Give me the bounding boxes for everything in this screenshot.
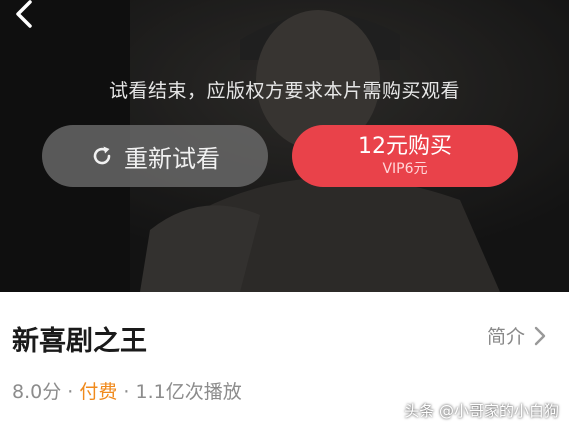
purchase-button[interactable]: 12元购买 VIP6元	[292, 125, 518, 187]
retry-preview-label: 重新试看	[124, 144, 220, 173]
chevron-left-icon	[16, 0, 32, 28]
meta-separator: ·	[61, 381, 80, 403]
play-count: 1.1亿次播放	[135, 381, 242, 403]
video-title: 新喜剧之王	[12, 326, 147, 357]
back-button[interactable]	[8, 0, 42, 30]
retry-preview-button[interactable]: 重新试看	[42, 125, 268, 187]
intro-link[interactable]: 简介	[487, 322, 547, 349]
refresh-icon	[93, 146, 111, 165]
chevron-right-icon	[534, 326, 546, 345]
purchase-price-label: 12元购买	[358, 134, 452, 159]
intro-label: 简介	[486, 326, 525, 348]
preview-ended-notice: 试看结束，应版权方要求本片需购买观看	[108, 80, 460, 102]
watermark: 头条 @小哥家的小白狗	[404, 402, 559, 420]
meta-separator: ·	[117, 381, 136, 403]
paid-badge: 付费	[79, 381, 118, 403]
rating-score: 8.0分	[12, 381, 62, 403]
vip-price-label: VIP6元	[382, 161, 428, 177]
video-meta: 8.0分 · 付费 · 1.1亿次播放	[12, 377, 242, 404]
video-player[interactable]: 试看结束，应版权方要求本片需购买观看 重新试看 12元购买 VIP6元	[0, 0, 569, 292]
video-info-panel: 新喜剧之王 简介 8.0分 · 付费 · 1.1亿次播放 头条 @小哥家的小白狗	[0, 292, 569, 428]
